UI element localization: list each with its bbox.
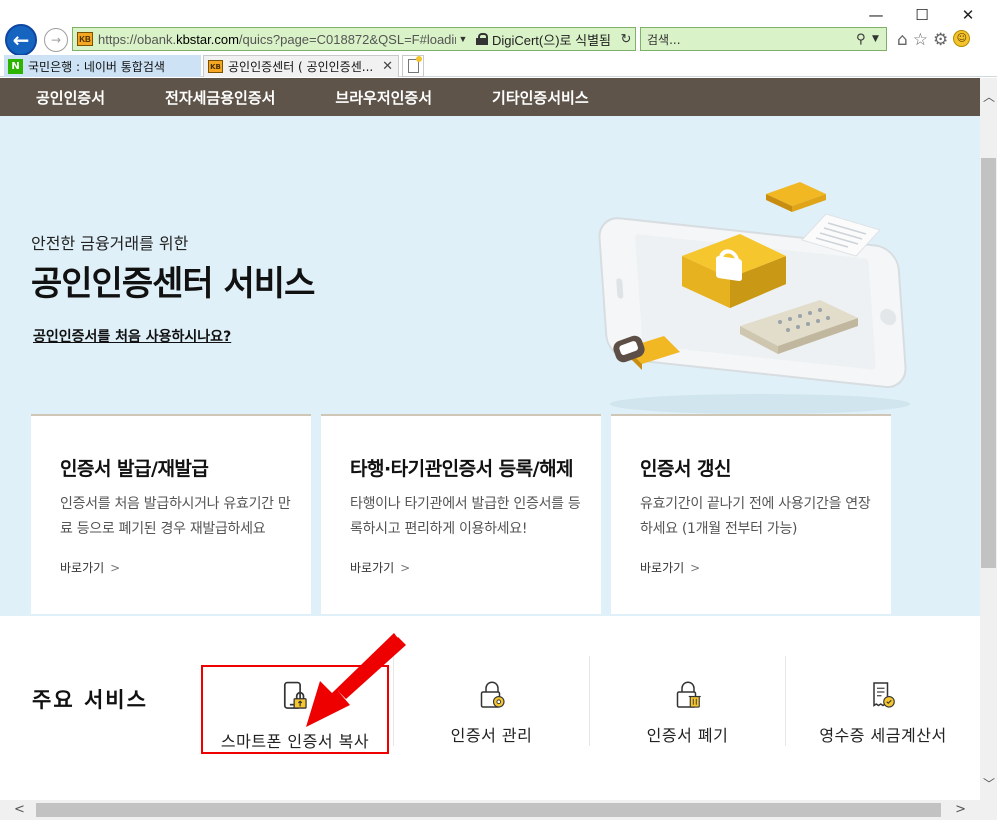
new-tab-icon: [407, 56, 422, 73]
card-link[interactable]: 바로가기 >: [640, 559, 700, 576]
new-tab-button[interactable]: [402, 55, 424, 77]
nav-item-other-services[interactable]: 기타인증서비스: [492, 87, 589, 108]
receipt-check-icon: [873, 682, 895, 708]
site-favicon-icon: KB: [77, 32, 93, 46]
search-dropdown-icon[interactable]: ▼: [872, 34, 886, 44]
service-label: 인증서 관리: [450, 726, 533, 745]
scrollbar-corner: [980, 800, 997, 820]
tab-close-icon[interactable]: ✕: [382, 59, 393, 74]
card-title: 인증서 갱신: [640, 458, 732, 480]
scroll-left-icon[interactable]: <: [14, 802, 25, 817]
main-nav: 공인인증서 전자세금용인증서 브라우저인증서 기타인증서비스: [0, 78, 980, 116]
scroll-right-icon[interactable]: >: [955, 802, 966, 817]
search-input[interactable]: 검색...: [647, 31, 856, 48]
service-cert-revoke[interactable]: 인증서 폐기: [589, 656, 785, 746]
first-time-link[interactable]: 공인인증서를 처음 사용하시나요?: [33, 326, 231, 346]
phone-security-illustration: [598, 182, 910, 414]
red-arrow-annotation: [306, 633, 406, 727]
close-button[interactable]: ✕: [945, 4, 991, 26]
url-prefix: https://obank.: [98, 31, 177, 47]
lock-gear-icon: [480, 681, 505, 708]
browser-window: — ☐ ✕ ← → KB https://obank.kbstar.com/qu…: [0, 0, 997, 820]
vertical-scrollbar[interactable]: ︿ ﹀: [980, 78, 997, 800]
home-icon[interactable]: ⌂: [897, 30, 908, 50]
tab-label: 공인인증센터 ( 공인인증센...: [228, 60, 374, 74]
window-controls: — ☐ ✕: [853, 4, 991, 26]
search-box[interactable]: 검색... ⚲ ▼: [640, 27, 887, 51]
scroll-down-icon[interactable]: ﹀: [983, 775, 995, 792]
naver-favicon-icon: N: [8, 58, 23, 74]
forward-button[interactable]: →: [44, 28, 68, 52]
scroll-thumb[interactable]: [981, 158, 996, 568]
card-title: 타행·타기관인증서 등록/해제: [350, 458, 574, 480]
card-description: 유효기간이 끝나기 전에 사용기간을 연장하세요 (1개월 전부터 가능): [640, 496, 871, 537]
gear-icon[interactable]: ⚙: [933, 30, 948, 50]
tab-label: 국민은행 : 네이버 통합검색: [28, 59, 165, 74]
horizontal-scrollbar[interactable]: < >: [0, 800, 980, 820]
card-register[interactable]: 타행·타기관인증서 등록/해제 타행이나 타기관에서 발급한 인증서를 등록하시…: [321, 414, 601, 614]
favorites-star-icon[interactable]: ☆: [913, 30, 928, 50]
nav-item-browser-certificate[interactable]: 브라우저인증서: [335, 87, 432, 108]
feedback-smiley-icon[interactable]: ☺: [953, 30, 971, 47]
card-link[interactable]: 바로가기 >: [350, 559, 410, 576]
card-link-label: 바로가기: [640, 561, 685, 575]
toolbar-icons: ⌂ ☆ ⚙ ☺: [897, 30, 971, 50]
search-icon[interactable]: ⚲: [856, 32, 872, 47]
hero-subtitle: 안전한 금융거래를 위한: [31, 234, 189, 253]
url-text[interactable]: https://obank.kbstar.com/quics?page=C018…: [98, 32, 456, 47]
card-link[interactable]: 바로가기 >: [60, 559, 120, 576]
scroll-thumb[interactable]: [36, 803, 941, 817]
url-path: /quics?page=C018872&QSL=F#loading: [238, 31, 456, 47]
card-top: [766, 182, 826, 212]
card-description: 인증서를 처음 발급하시거나 유효기간 만료 등으로 폐기된 경우 재발급하세요: [60, 496, 291, 537]
address-dropdown-icon[interactable]: ▼: [456, 34, 470, 44]
address-row: ← → KB https://obank.kbstar.com/quics?pa…: [0, 24, 997, 56]
refresh-icon[interactable]: ↻: [617, 31, 635, 47]
card-issue[interactable]: 인증서 발급/재발급 인증서를 처음 발급하시거나 유효기간 만료 등으로 폐기…: [31, 414, 311, 614]
chevron-right-icon: >: [400, 561, 411, 575]
lock-icon[interactable]: [475, 33, 488, 45]
lock-trash-icon: [676, 681, 701, 708]
main-services-section: 주요 서비스 스마트폰 인증서 복사 인증서 관리 인증서 폐기 영수증 세금계…: [0, 616, 980, 800]
card-link-label: 바로가기: [350, 561, 395, 575]
nav-item-certificate[interactable]: 공인인증서: [36, 87, 105, 108]
tab-bar: N 국민은행 : 네이버 통합검색 KB 공인인증센터 ( 공인인증센... ✕: [0, 55, 997, 77]
service-receipt-tax[interactable]: 영수증 세금계산서: [785, 656, 980, 746]
page-title: 공인인증센터 서비스: [31, 264, 315, 304]
hero-section: 안전한 금융거래를 위한 공인인증센터 서비스 공인인증서를 처음 사용하시나요…: [0, 116, 980, 616]
address-bar[interactable]: KB https://obank.kbstar.com/quics?page=C…: [72, 27, 636, 51]
scroll-up-icon[interactable]: ︿: [983, 88, 995, 105]
chevron-right-icon: >: [690, 561, 701, 575]
tab-naver-search[interactable]: N 국민은행 : 네이버 통합검색: [4, 55, 201, 77]
back-button[interactable]: ←: [5, 24, 37, 56]
card-description: 타행이나 타기관에서 발급한 인증서를 등록하시고 편리하게 이용하세요!: [350, 496, 581, 537]
service-label: 영수증 세금계산서: [819, 726, 947, 745]
service-cert-manage[interactable]: 인증서 관리: [393, 656, 589, 746]
service-label: 인증서 폐기: [646, 726, 729, 745]
forward-arrow-icon: →: [50, 33, 62, 47]
chevron-right-icon: >: [110, 561, 121, 575]
tab-cert-center[interactable]: KB 공인인증센터 ( 공인인증센... ✕: [203, 55, 399, 77]
page-viewport: 공인인증서 전자세금용인증서 브라우저인증서 기타인증서비스 안전한 금융거래를…: [0, 78, 980, 800]
back-arrow-icon: ←: [12, 28, 30, 52]
maximize-button[interactable]: ☐: [899, 4, 945, 26]
services-heading: 주요 서비스: [32, 688, 148, 712]
kb-favicon-icon: KB: [208, 60, 223, 73]
minimize-button[interactable]: —: [853, 4, 899, 26]
nav-item-tax-certificate[interactable]: 전자세금용인증서: [165, 87, 275, 108]
card-link-label: 바로가기: [60, 561, 105, 575]
card-title: 인증서 발급/재발급: [60, 458, 209, 480]
url-domain: kbstar.com: [176, 31, 239, 47]
card-renew[interactable]: 인증서 갱신 유효기간이 끝나기 전에 사용기간을 연장하세요 (1개월 전부터…: [611, 414, 891, 614]
certificate-label[interactable]: DigiCert(으)로 식별됨: [492, 30, 611, 49]
